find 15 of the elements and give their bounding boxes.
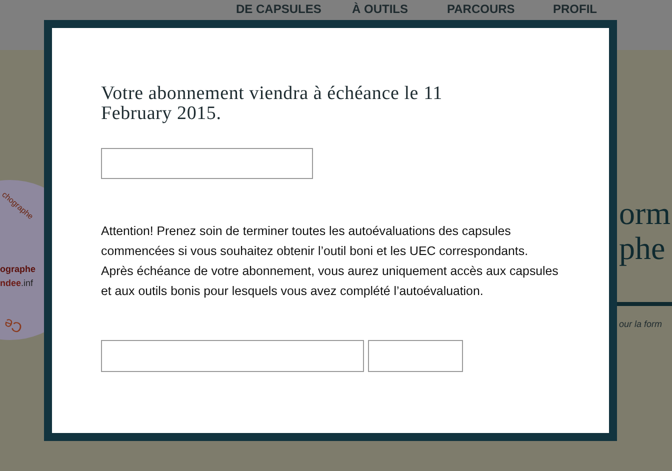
warning-message: Attention! Prenez soin de terminer toutes les autoévaluations des capsules commencées si vous souhaitez obtenir l’outil boni et les UEC correspondants. Après échéance de votre abonnement, vous aurez uniquement accès aux capsules et aux outils bonis pour lesquels vous avez complété l’autoévaluation. <box>101 223 560 300</box>
input-field[interactable] <box>368 340 463 372</box>
site-tagline: our la form <box>619 319 662 329</box>
logo-text: ographe <box>0 264 36 274</box>
input-field[interactable] <box>101 340 364 372</box>
logo-text: Ce <box>2 315 24 337</box>
logo-text: ndee.inf <box>0 278 34 288</box>
expiry-heading: Votre abonnement viendra à échéance le 11 February 2015. <box>101 84 444 124</box>
nav-link[interactable]: PROFIL <box>553 2 597 16</box>
site-title: orm <box>619 196 671 230</box>
nav-link[interactable]: À OUTILS <box>352 2 408 16</box>
nav-link[interactable]: PARCOURS <box>447 2 515 16</box>
nav-link[interactable]: DE CAPSULES <box>236 2 322 16</box>
input-field[interactable] <box>101 148 313 179</box>
site-title: phe <box>619 231 666 265</box>
